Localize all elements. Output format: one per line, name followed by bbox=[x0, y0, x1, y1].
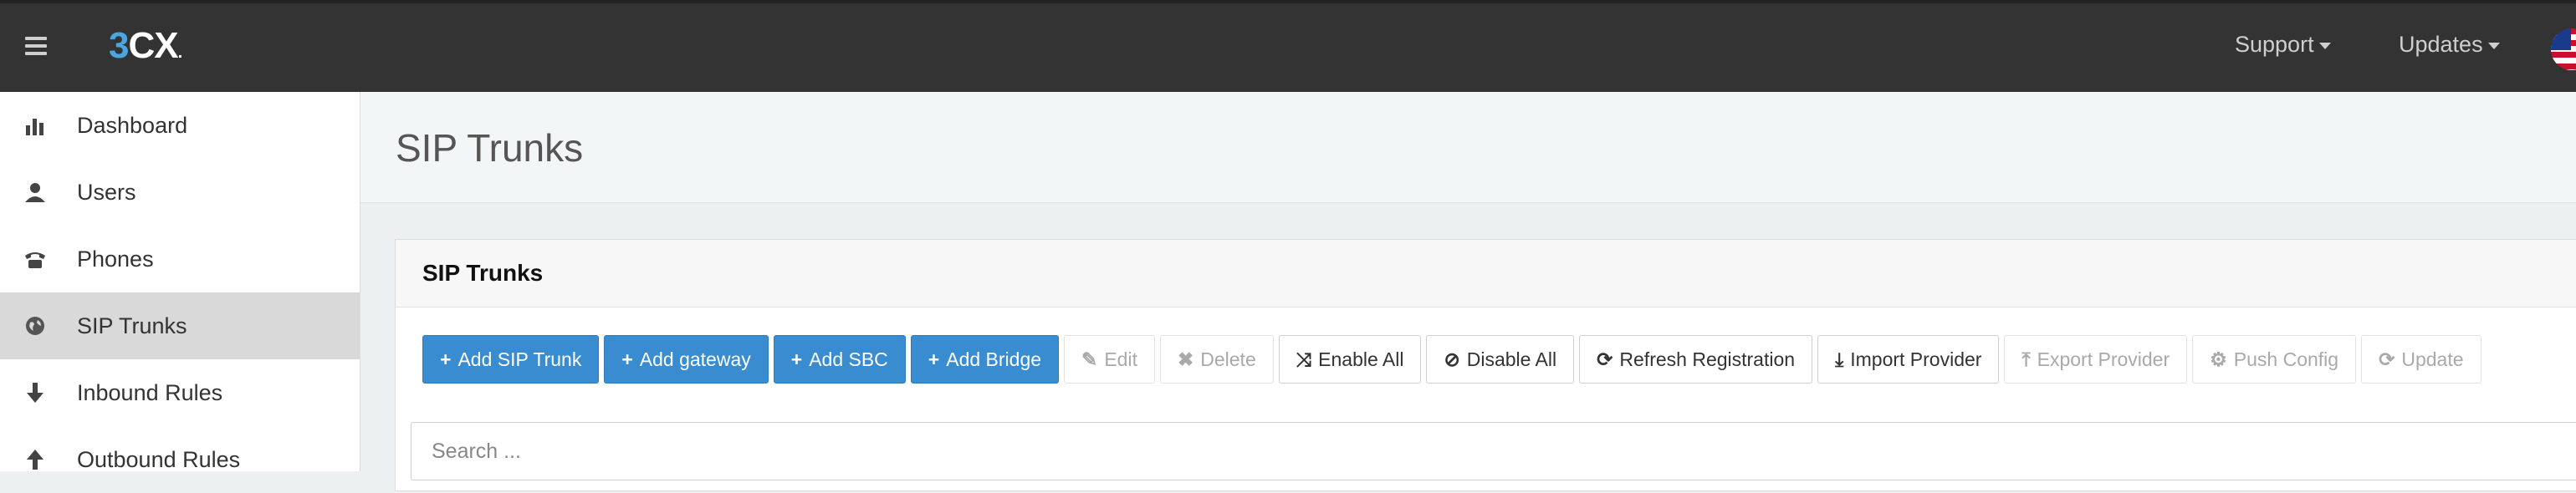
arrow-down-icon bbox=[27, 383, 43, 403]
button-label: Add SIP Trunk bbox=[457, 348, 582, 370]
plus-icon: + bbox=[790, 348, 803, 370]
chevron-down-icon bbox=[2318, 42, 2331, 49]
panel-heading: SIP Trunks bbox=[396, 240, 2576, 307]
add-sbc-button[interactable]: + Add SBC bbox=[773, 335, 906, 384]
button-label: Enable All bbox=[1318, 348, 1404, 370]
sidebar-item-label: SIP Trunks bbox=[77, 313, 187, 338]
chevron-down-icon bbox=[2487, 42, 2500, 49]
sidebar-item-dashboard[interactable]: Dashboard bbox=[0, 92, 360, 159]
us-flag-icon[interactable] bbox=[2551, 28, 2576, 70]
export-provider-button[interactable]: ⤒ Export Provider bbox=[2004, 335, 2188, 384]
panel-title: SIP Trunks bbox=[422, 260, 544, 286]
shuffle-icon: ⤨ bbox=[1296, 348, 1312, 370]
sidebar-item-label: Outbound Rules bbox=[77, 446, 241, 472]
button-label: Edit bbox=[1104, 348, 1137, 370]
push-config-button[interactable]: ⚙ Push Config bbox=[2192, 335, 2357, 384]
button-label: Import Provider bbox=[1850, 348, 1982, 370]
button-label: Add SBC bbox=[809, 348, 888, 370]
button-label: Delete bbox=[1200, 348, 1256, 370]
sidebar-item-label: Phones bbox=[77, 246, 154, 272]
action-toolbar: + Add SIP Trunk + Add gateway + Add SBC + Ad… bbox=[422, 335, 2481, 384]
updates-menu[interactable]: Updates bbox=[2399, 32, 2500, 58]
sidebar: Dashboard Users Phones SIP Trunks Inboun… bbox=[0, 92, 360, 472]
add-sip-trunk-button[interactable]: + Add SIP Trunk bbox=[422, 335, 600, 384]
sidebar-item-label: Dashboard bbox=[77, 112, 188, 138]
brand-logo[interactable]: 3CX. bbox=[109, 25, 182, 67]
enable-all-button[interactable]: ⤨ Enable All bbox=[1278, 335, 1422, 384]
add-gateway-button[interactable]: + Add gateway bbox=[604, 335, 769, 384]
search-input[interactable] bbox=[411, 422, 2576, 480]
plus-icon: + bbox=[928, 348, 940, 370]
sidebar-item-outbound-rules[interactable]: Outbound Rules bbox=[0, 426, 360, 493]
add-bridge-button[interactable]: + Add Bridge bbox=[910, 335, 1060, 384]
sidebar-item-phones[interactable]: Phones bbox=[0, 226, 360, 292]
arrow-up-icon bbox=[27, 450, 43, 470]
import-provider-button[interactable]: ⤓ Import Provider bbox=[1817, 335, 2000, 384]
times-icon: ✖ bbox=[1177, 348, 1194, 370]
disable-all-button[interactable]: ⊘ Disable All bbox=[1426, 335, 1575, 384]
button-label: Add Bridge bbox=[946, 348, 1042, 370]
user-icon bbox=[25, 183, 45, 202]
update-button[interactable]: ⟳ Update bbox=[2361, 335, 2481, 384]
top-navbar: 3CX. Support Updates bbox=[0, 0, 2576, 92]
updates-menu-label: Updates bbox=[2399, 32, 2483, 57]
menu-toggle-icon[interactable] bbox=[25, 37, 47, 55]
sidebar-item-sip-trunks[interactable]: SIP Trunks bbox=[0, 292, 360, 359]
sidebar-item-users[interactable]: Users bbox=[0, 159, 360, 226]
refresh-registration-button[interactable]: ⟳ Refresh Registration bbox=[1579, 335, 1813, 384]
button-label: Disable All bbox=[1466, 348, 1557, 370]
button-label: Push Config bbox=[2233, 348, 2339, 370]
support-menu[interactable]: Support bbox=[2235, 32, 2331, 58]
sidebar-item-label: Inbound Rules bbox=[77, 379, 223, 405]
upload-icon: ⤒ bbox=[2021, 348, 2031, 370]
plus-icon: + bbox=[621, 348, 633, 370]
download-icon: ⤓ bbox=[1835, 348, 1844, 370]
button-label: Export Provider bbox=[2037, 348, 2170, 370]
button-label: Add gateway bbox=[639, 348, 751, 370]
delete-button[interactable]: ✖ Delete bbox=[1159, 335, 1274, 384]
bar-chart-icon bbox=[26, 119, 43, 135]
sip-trunks-panel: SIP Trunks + Add SIP Trunk + Add gateway +… bbox=[395, 239, 2576, 491]
phone-icon bbox=[25, 252, 45, 268]
pencil-icon: ✎ bbox=[1081, 348, 1098, 370]
sidebar-item-label: Users bbox=[77, 179, 136, 205]
page-title: SIP Trunks bbox=[396, 126, 584, 170]
globe-icon bbox=[26, 317, 44, 335]
ban-icon: ⊘ bbox=[1444, 348, 1460, 370]
sidebar-item-inbound-rules[interactable]: Inbound Rules bbox=[0, 359, 360, 426]
support-menu-label: Support bbox=[2235, 32, 2314, 57]
button-label: Update bbox=[2401, 348, 2464, 370]
page-header: SIP Trunks bbox=[360, 92, 2576, 203]
edit-button[interactable]: ✎ Edit bbox=[1064, 335, 1155, 384]
gear-icon: ⚙ bbox=[2210, 348, 2227, 370]
refresh-icon: ⟳ bbox=[1597, 348, 1613, 370]
button-label: Refresh Registration bbox=[1619, 348, 1796, 370]
plus-icon: + bbox=[440, 348, 452, 370]
refresh-icon: ⟳ bbox=[2379, 348, 2395, 370]
